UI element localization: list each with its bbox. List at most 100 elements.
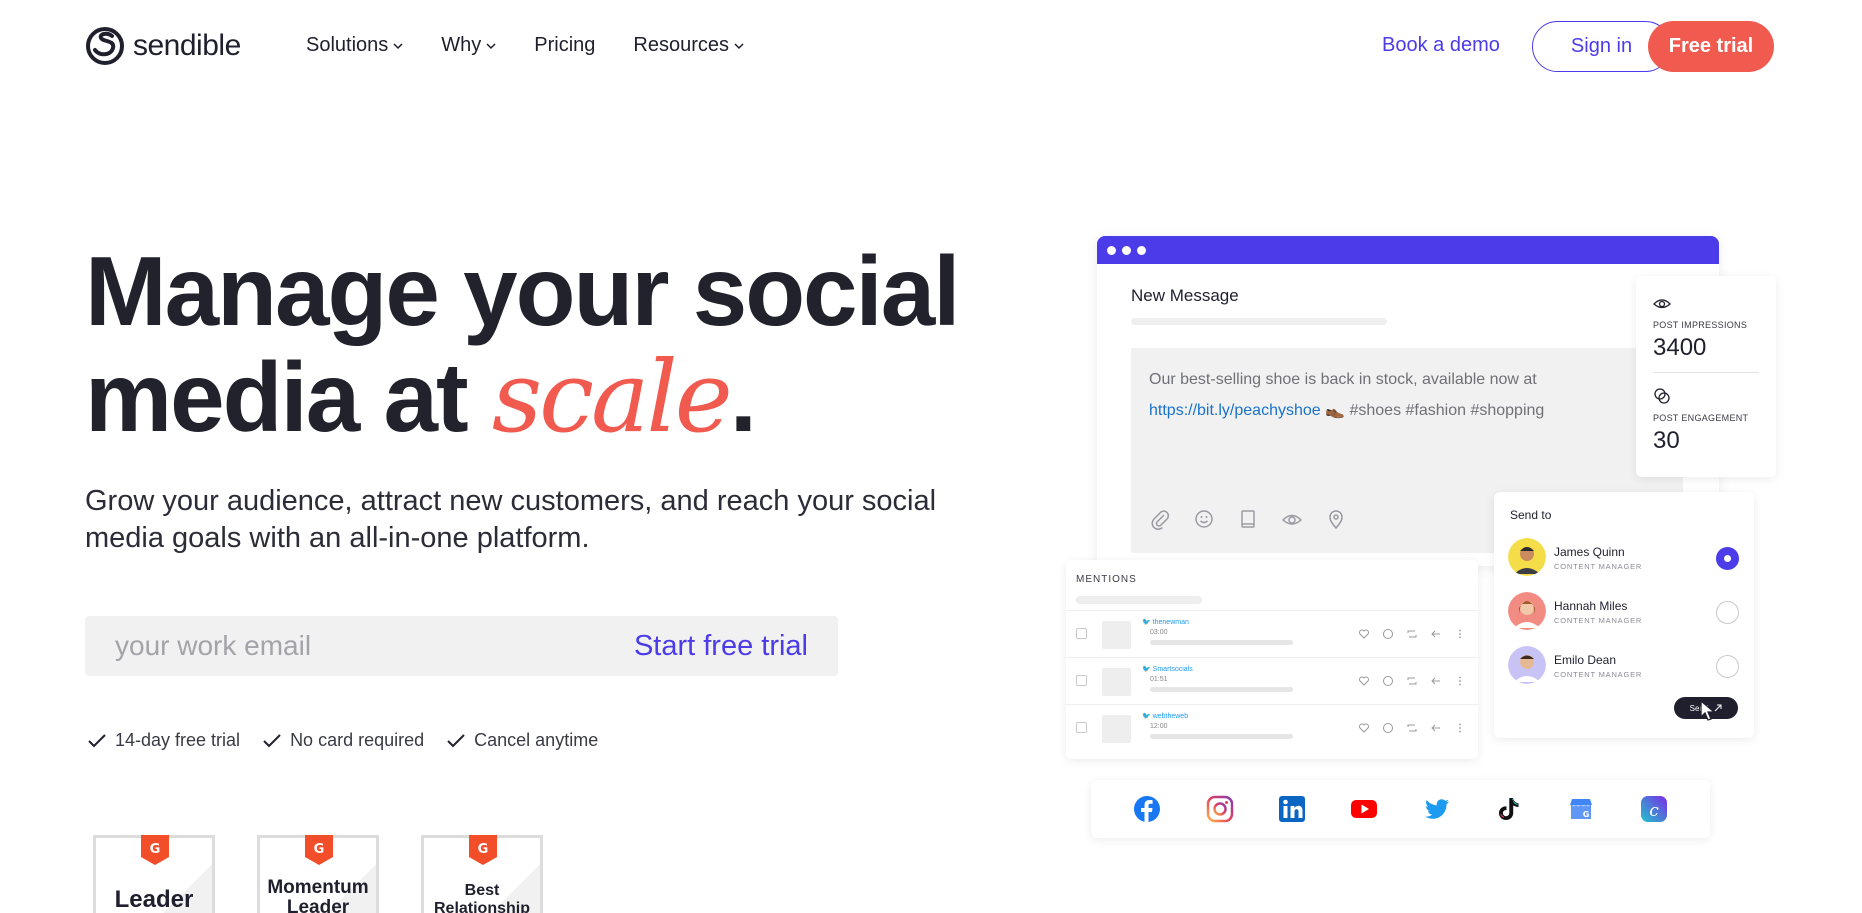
check-icon xyxy=(447,733,465,747)
eye-icon xyxy=(1653,299,1671,309)
chevron-down-icon xyxy=(734,42,744,49)
canva-icon[interactable]: c xyxy=(1640,795,1668,823)
perk-item: Cancel anytime xyxy=(446,730,598,751)
mention-username: thenewman xyxy=(1152,619,1189,626)
placeholder-line xyxy=(1150,687,1293,692)
reply-icon[interactable] xyxy=(1430,628,1442,640)
start-free-trial-button[interactable]: Start free trial xyxy=(634,626,808,666)
twitter-icon[interactable] xyxy=(1423,795,1451,823)
mention-row[interactable]: 🐦 thenewman 03:00 xyxy=(1066,610,1478,657)
row-checkbox[interactable] xyxy=(1076,628,1087,639)
heart-icon[interactable] xyxy=(1358,628,1370,640)
mention-row[interactable]: 🐦 webtheweb 12:00 xyxy=(1066,704,1478,751)
placeholder-line xyxy=(1076,596,1202,604)
compose-text: Our best-selling shoe is back in stock, … xyxy=(1149,371,1537,388)
top-nav: sendible Solutions Why Pricing Resources… xyxy=(0,0,1862,92)
badge-title: Momentum Leader xyxy=(260,878,376,913)
mouse-cursor-icon xyxy=(1700,700,1716,721)
recipient-james-quinn[interactable]: James Quinn CONTENT MANAGER xyxy=(1508,536,1740,580)
instagram-icon[interactable] xyxy=(1206,795,1234,823)
recipient-role: CONTENT MANAGER xyxy=(1554,562,1643,571)
recipient-emilo-dean[interactable]: Emilo Dean CONTENT MANAGER xyxy=(1508,644,1740,688)
recipient-radio[interactable] xyxy=(1716,601,1739,624)
nav-why-label: Why xyxy=(441,34,482,56)
youtube-icon[interactable] xyxy=(1350,795,1378,823)
paperclip-icon xyxy=(1151,510,1170,530)
stat-value: 3400 xyxy=(1653,334,1707,361)
headline-line-2-prefix: media at xyxy=(85,342,492,452)
linkedin-icon[interactable] xyxy=(1278,795,1306,823)
engagement-icon xyxy=(1654,388,1670,404)
stat-label: POST ENGAGEMENT xyxy=(1653,413,1749,423)
g2-badges: G Leader G Momentum Leader G Best Relati… xyxy=(93,835,543,913)
brand-logo[interactable]: sendible xyxy=(85,26,241,66)
recipient-radio[interactable] xyxy=(1716,655,1739,678)
mention-user: 🐦 thenewman xyxy=(1142,619,1189,626)
row-checkbox[interactable] xyxy=(1076,675,1087,686)
mention-thumbnail xyxy=(1102,668,1131,696)
g2-badge-leader: G Leader xyxy=(93,835,215,913)
smile-icon[interactable] xyxy=(1382,628,1394,640)
chevron-down-icon xyxy=(393,42,403,49)
mention-user: 🐦 Smartsocials xyxy=(1142,666,1193,673)
compose-toolbar xyxy=(1149,508,1347,530)
retweet-icon[interactable] xyxy=(1406,722,1418,734)
facebook-icon[interactable] xyxy=(1133,795,1161,823)
g2-logo-icon: G xyxy=(469,835,497,865)
badge-title-line-2: Leader xyxy=(286,897,350,913)
g2-logo-icon: G xyxy=(305,835,333,865)
more-icon[interactable] xyxy=(1454,722,1466,734)
smile-icon xyxy=(1195,510,1213,528)
recipient-name: James Quinn xyxy=(1554,545,1625,559)
nav-solutions-label: Solutions xyxy=(306,34,389,56)
retweet-icon[interactable] xyxy=(1406,628,1418,640)
mentions-card: MENTIONS 🐦 thenewman 03:00 🐦 Smartsocial… xyxy=(1066,560,1478,759)
post-stats-card: POST IMPRESSIONS 3400 POST ENGAGEMENT 30 xyxy=(1636,276,1776,477)
reply-icon[interactable] xyxy=(1430,675,1442,687)
recipient-hannah-miles[interactable]: Hannah Miles CONTENT MANAGER xyxy=(1508,590,1740,634)
more-icon[interactable] xyxy=(1454,675,1466,687)
hero-headline: Manage your social media at scale. xyxy=(85,236,961,452)
window-dot xyxy=(1122,245,1131,255)
smile-icon[interactable] xyxy=(1382,722,1394,734)
free-trial-button[interactable]: Free trial xyxy=(1648,21,1774,72)
mention-thumbnail xyxy=(1102,621,1131,649)
g2-badge-momentum: G Momentum Leader xyxy=(257,835,379,913)
nav-pricing[interactable]: Pricing xyxy=(534,34,595,57)
google-business-icon[interactable]: G xyxy=(1567,795,1595,823)
check-icon xyxy=(263,733,281,747)
retweet-icon[interactable] xyxy=(1406,675,1418,687)
mention-row[interactable]: 🐦 Smartsocials 01:51 xyxy=(1066,657,1478,704)
mention-time: 03:00 xyxy=(1150,629,1168,636)
mention-time: 01:51 xyxy=(1150,676,1168,683)
brand-name: sendible xyxy=(133,29,241,62)
nav-why[interactable]: Why xyxy=(441,34,496,57)
book-demo-link[interactable]: Book a demo xyxy=(1382,34,1500,57)
placeholder-line xyxy=(1150,734,1293,739)
svg-text:G: G xyxy=(478,842,489,857)
reply-icon[interactable] xyxy=(1430,722,1442,734)
mention-thumbnail xyxy=(1102,715,1131,743)
headline-line-1: Manage your social xyxy=(85,236,961,346)
smile-icon[interactable] xyxy=(1382,675,1394,687)
tiktok-icon[interactable] xyxy=(1495,795,1523,823)
perk-label: 14-day free trial xyxy=(115,730,241,750)
mention-actions xyxy=(1358,675,1466,687)
mention-time: 12:00 xyxy=(1150,723,1168,730)
signup-form: Start free trial xyxy=(85,616,838,676)
recipient-radio-selected[interactable] xyxy=(1716,547,1739,570)
more-icon[interactable] xyxy=(1454,628,1466,640)
recipient-role: CONTENT MANAGER xyxy=(1554,670,1643,679)
avatar xyxy=(1508,646,1546,684)
g2-logo-icon: G xyxy=(141,835,169,865)
window-titlebar xyxy=(1097,236,1719,264)
email-input[interactable] xyxy=(115,616,555,676)
nav-resources-label: Resources xyxy=(633,34,730,56)
nav-resources[interactable]: Resources xyxy=(633,34,744,57)
window-title: New Message xyxy=(1131,286,1239,305)
row-checkbox[interactable] xyxy=(1076,722,1087,733)
heart-icon[interactable] xyxy=(1358,722,1370,734)
heart-icon[interactable] xyxy=(1358,675,1370,687)
nav-solutions[interactable]: Solutions xyxy=(306,34,403,57)
send-to-title: Send to xyxy=(1510,508,1552,522)
